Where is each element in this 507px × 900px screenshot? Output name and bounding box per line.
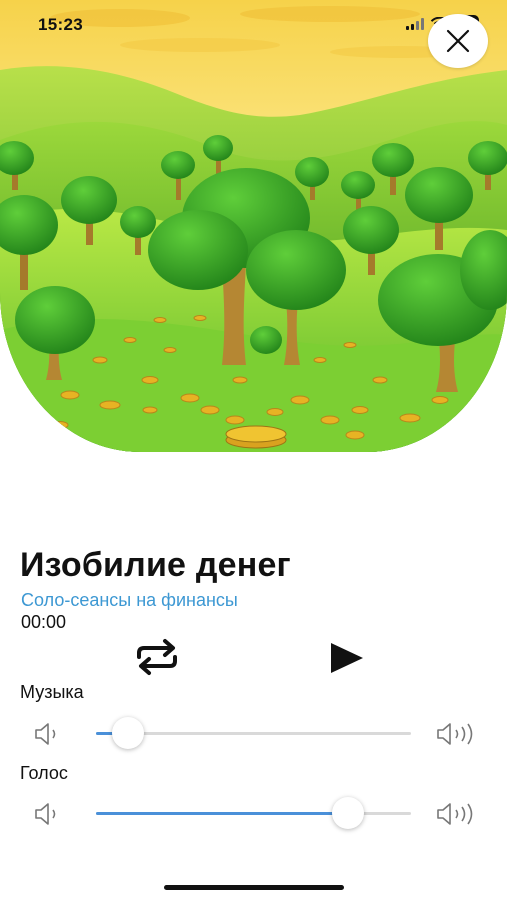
voice-volume-slider[interactable]	[96, 797, 411, 829]
player-screen: 15:23 93 Изобилие денег Соло-сеансы на ф…	[0, 0, 507, 900]
track-title: Изобилие денег	[20, 546, 291, 584]
close-button[interactable]	[428, 14, 488, 68]
volume-low-icon	[35, 803, 56, 825]
music-volume-label: Музыка	[20, 682, 84, 702]
cellular-signal-icon	[405, 18, 424, 30]
repeat-button[interactable]	[133, 637, 181, 677]
voice-volume-label: Голос	[20, 763, 68, 783]
music-volume-slider[interactable]	[96, 717, 411, 749]
elapsed-time: 00:00	[21, 612, 67, 632]
voice-volume-fill	[96, 812, 348, 815]
music-volume-thumb[interactable]	[111, 717, 144, 749]
cover-artwork	[0, 0, 507, 452]
repeat-icon	[137, 639, 177, 675]
status-time: 15:23	[38, 15, 83, 34]
track-subtitle[interactable]: Соло-сеансы на финансы	[21, 590, 238, 611]
play-icon	[331, 643, 363, 673]
close-icon	[446, 29, 470, 53]
voice-volume-thumb[interactable]	[332, 797, 364, 829]
volume-high-icon	[437, 723, 473, 745]
volume-high-icon	[437, 803, 473, 825]
home-indicator[interactable]	[164, 885, 344, 890]
volume-low-icon	[35, 723, 56, 745]
play-button[interactable]	[325, 638, 369, 678]
